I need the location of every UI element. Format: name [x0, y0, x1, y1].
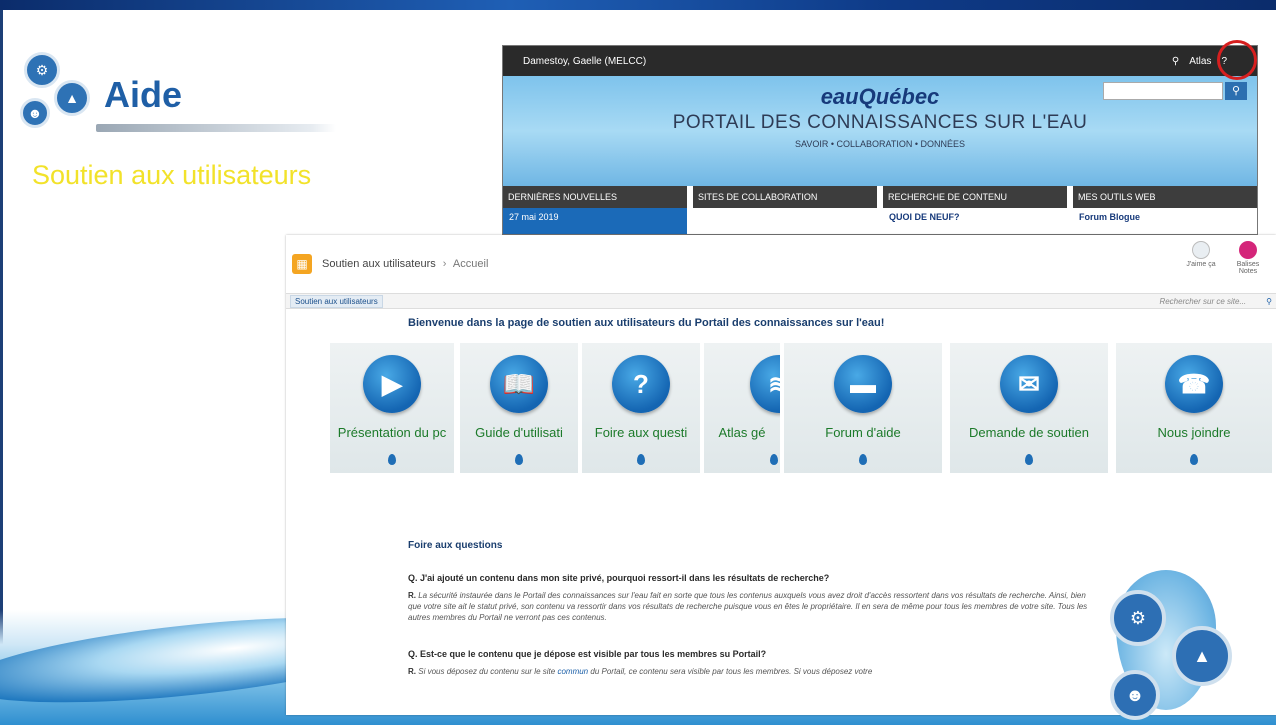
- site-search[interactable]: Rechercher sur ce site... ⚲: [1159, 297, 1272, 306]
- drop-icon: [1025, 454, 1033, 465]
- search-icon[interactable]: ⚲: [1225, 82, 1247, 100]
- welcome-heading: Bienvenue dans la page de soutien aux ut…: [408, 317, 885, 329]
- drop-icon: [515, 454, 523, 465]
- nav-row: Soutien aux utilisateurs Rechercher sur …: [286, 293, 1276, 309]
- nav-tab-home[interactable]: Soutien aux utilisateurs: [290, 294, 383, 308]
- drop-icon: [388, 454, 396, 465]
- atlas-link[interactable]: Atlas: [1189, 56, 1211, 67]
- answer-text: du Portail, ce contenu sera visible par …: [590, 667, 873, 677]
- slide: ⚙ ▲ ☻ Aide Soutien aux utilisateurs Dame…: [0, 0, 1276, 725]
- portal-search-input[interactable]: [1103, 82, 1223, 100]
- column-header: RECHERCHE DE CONTENU: [883, 186, 1067, 208]
- atlas-icon: ≋: [750, 355, 780, 413]
- site-icon[interactable]: ▦: [292, 254, 312, 274]
- drop-icon: [770, 454, 778, 465]
- search-user-icon[interactable]: ⚲: [1172, 56, 1179, 67]
- thumb-icon: [1192, 241, 1210, 259]
- column-header: DERNIÈRES NOUVELLES: [503, 186, 687, 208]
- help-highlight-circle: [1217, 40, 1257, 80]
- people-icon: ☻: [20, 98, 50, 128]
- faq-question: Q. J'ai ajouté un contenu dans mon site …: [408, 573, 830, 583]
- tags-notes-button[interactable]: Balises Notes: [1228, 241, 1268, 275]
- envelope-icon: ✉: [1000, 355, 1058, 413]
- tile-label: Demande de soutien: [969, 425, 1089, 440]
- drop-icon: [859, 454, 867, 465]
- answer-prefix: R.: [408, 667, 416, 677]
- tile-atlas[interactable]: ≋ Atlas gé: [704, 343, 780, 473]
- column-header: MES OUTILS WEB: [1073, 186, 1257, 208]
- faq-answer: R. La sécurité instaurée dans le Portail…: [408, 591, 1088, 623]
- tools-links[interactable]: Forum Blogue: [1073, 208, 1257, 226]
- news-date[interactable]: 27 mai 2019: [503, 208, 687, 226]
- whats-new[interactable]: QUOI DE NEUF?: [883, 208, 1067, 226]
- tile-faq[interactable]: ? Foire aux questi: [582, 343, 700, 473]
- answer-text: La sécurité instaurée dans le Portail de…: [408, 591, 1088, 622]
- notes-label: Balises Notes: [1236, 261, 1260, 275]
- slide-subtitle: Soutien aux utilisateurs: [32, 160, 312, 190]
- tile-guide[interactable]: 📖 Guide d'utilisati: [460, 343, 578, 473]
- telephone-icon: ☎: [1165, 355, 1223, 413]
- portal-screenshot: Damestoy, Gaelle (MELCC) ⚲ Atlas ? eauQu…: [502, 45, 1258, 235]
- question-icon: ?: [612, 355, 670, 413]
- logo-cluster: ⚙ ▲ ☻: [18, 52, 98, 132]
- portal-columns: DERNIÈRES NOUVELLES 27 mai 2019 SITES DE…: [503, 186, 1257, 234]
- collab-body[interactable]: [693, 208, 877, 216]
- portal-topbar: Damestoy, Gaelle (MELCC) ⚲ Atlas ?: [503, 46, 1257, 76]
- breadcrumb-site[interactable]: Soutien aux utilisateurs: [322, 258, 436, 270]
- support-header: ▦ Soutien aux utilisateurs › Accueil J'a…: [286, 235, 1276, 293]
- tile-contact[interactable]: ☎ Nous joindre: [1116, 343, 1272, 473]
- speech-bubble-icon: ▬: [834, 355, 892, 413]
- user-name[interactable]: Damestoy, Gaelle (MELCC): [523, 56, 646, 67]
- faq-question: Q. Est-ce que le contenu que je dépose e…: [408, 649, 767, 660]
- book-icon: 📖: [490, 355, 548, 413]
- breadcrumb: Soutien aux utilisateurs › Accueil: [322, 258, 488, 270]
- portal-tagline: SAVOIR • COLLABORATION • DONNÉES: [794, 139, 965, 149]
- faq-section: Foire aux questions Q. J'ai ajouté un co…: [408, 540, 1088, 678]
- like-label: J'aime ça: [1186, 261, 1216, 268]
- breadcrumb-current: Accueil: [452, 258, 489, 270]
- people-icon: ☻: [1110, 670, 1160, 720]
- news-column: DERNIÈRES NOUVELLES 27 mai 2019: [503, 186, 687, 234]
- faq-title: Foire aux questions: [408, 540, 503, 551]
- tools-column: MES OUTILS WEB Forum Blogue: [1073, 186, 1257, 234]
- breadcrumb-separator: ›: [442, 258, 447, 270]
- compass-icon: ▲: [54, 80, 90, 116]
- search-column: RECHERCHE DE CONTENU QUOI DE NEUF?: [883, 186, 1067, 234]
- tiles-row: ▶ Présentation du pc 📖 Guide d'utilisati…: [330, 343, 1276, 473]
- tile-label: Présentation du pc: [337, 425, 447, 440]
- head-gears-icon: ⚙: [24, 52, 60, 88]
- video-camera-icon: ▶: [363, 355, 421, 413]
- drop-icon: [1190, 454, 1198, 465]
- top-bar: [0, 0, 1276, 10]
- tag-icon: [1239, 241, 1257, 259]
- site-search-input[interactable]: Rechercher sur ce site...: [1159, 297, 1246, 306]
- answer-prefix: R.: [408, 591, 416, 600]
- decorative-drop-illustration: ⚙ ▲ ☻: [1096, 570, 1236, 720]
- tile-support-request[interactable]: ✉ Demande de soutien: [950, 343, 1108, 473]
- tile-label: Nous joindre: [1157, 425, 1231, 440]
- tile-presentation[interactable]: ▶ Présentation du pc: [330, 343, 454, 473]
- tile-label: Forum d'aide: [825, 425, 901, 440]
- common-site-link[interactable]: commun: [557, 667, 588, 676]
- collab-column: SITES DE COLLABORATION: [693, 186, 877, 234]
- portal-title: PORTAIL DES CONNAISSANCES SUR L'EAU: [672, 112, 1088, 133]
- tile-forum[interactable]: ▬ Forum d'aide: [784, 343, 942, 473]
- portal-banner: eauQuébec PORTAIL DES CONNAISSANCES SUR …: [503, 76, 1257, 186]
- title-underline: [96, 124, 336, 132]
- search-icon[interactable]: ⚲: [1266, 297, 1272, 306]
- tile-label: Guide d'utilisati: [475, 425, 563, 440]
- head-gears-icon: ⚙: [1110, 590, 1166, 646]
- like-button[interactable]: J'aime ça: [1186, 241, 1216, 268]
- drop-icon: [637, 454, 645, 465]
- answer-text: Si vous déposez du contenu sur le site: [418, 667, 556, 677]
- tile-label: Foire aux questi: [594, 425, 688, 440]
- column-header: SITES DE COLLABORATION: [693, 186, 877, 208]
- slide-title: Aide: [104, 74, 183, 115]
- tile-label: Atlas gé: [718, 425, 766, 440]
- compass-icon: ▲: [1172, 626, 1232, 686]
- faq-answer: R. Si vous déposez du contenu sur le sit…: [408, 667, 1088, 678]
